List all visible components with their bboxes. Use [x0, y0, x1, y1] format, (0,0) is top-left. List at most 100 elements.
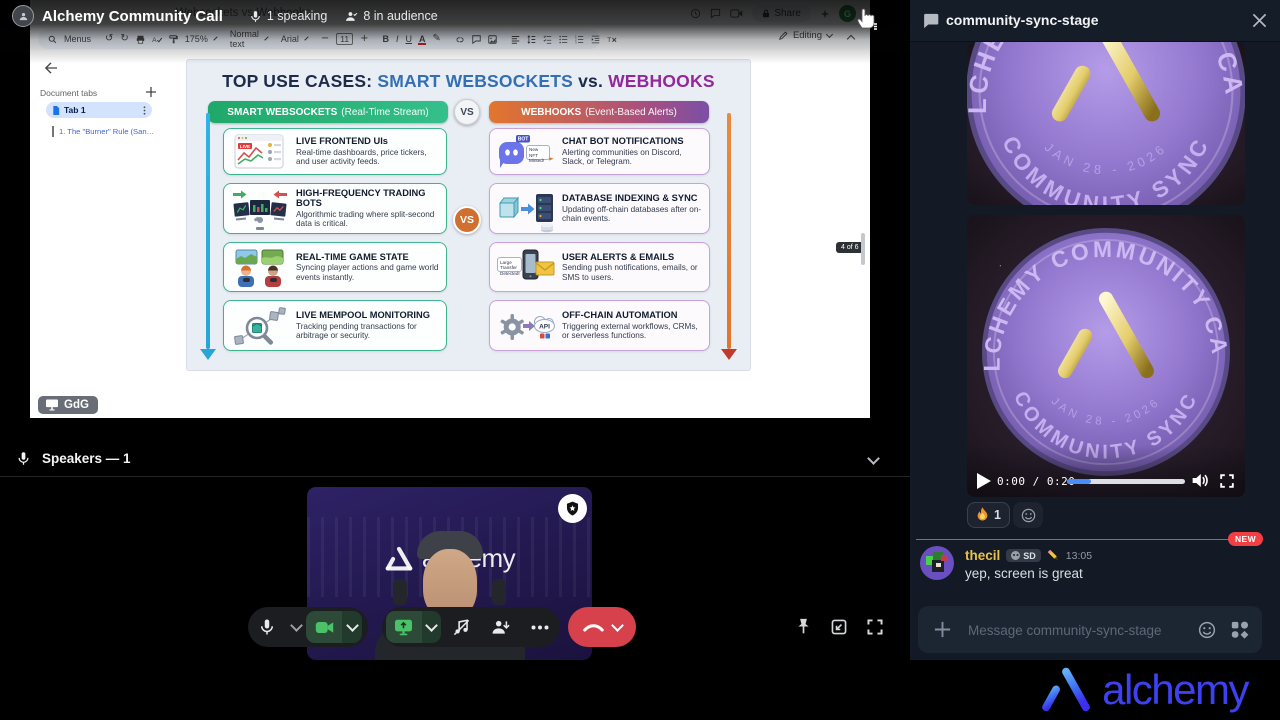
card-title: CHAT BOT NOTIFICATIONS [562, 136, 703, 146]
stage-avatar-icon [12, 5, 34, 27]
card-desc: Alerting communities on Discord, Slack, … [562, 148, 703, 167]
brand-wordmark: alchemy [1102, 666, 1248, 714]
shared-google-docs: Websockets vs Webhooks Share G Menus [30, 0, 870, 418]
soundboard-off-button[interactable] [441, 618, 481, 637]
chat-bubble-icon [922, 13, 939, 29]
hangup-icon [583, 622, 604, 632]
move-to-audience-button[interactable] [481, 618, 521, 637]
camera-options-chevron[interactable] [342, 611, 362, 643]
screenshare-button[interactable] [386, 611, 422, 643]
mic-icon [258, 618, 276, 636]
print-icon [136, 35, 145, 44]
card-title: REAL-TIME GAME STATE [296, 252, 440, 262]
paragraph-style: Normal text [230, 29, 259, 49]
control-group-share [382, 607, 560, 647]
align-icon [511, 35, 520, 44]
bot-speech-bubble: New NFT Minted! [526, 145, 550, 160]
audience-icon [345, 10, 358, 23]
fire-icon [976, 507, 989, 523]
card-mempool: LIVE MEMPOOL MONITORING Tracking pending… [223, 300, 447, 351]
pin-button[interactable] [795, 617, 812, 636]
speakers-section-header[interactable]: Speakers — 1 [0, 440, 910, 477]
play-button[interactable] [976, 472, 992, 490]
webhooks-arrow [721, 349, 737, 360]
volume-button[interactable] [1191, 472, 1209, 489]
leave-options-chevron[interactable] [611, 619, 624, 632]
new-messages-divider [916, 539, 1256, 540]
popout-button[interactable] [830, 618, 848, 636]
moderator-badge [558, 494, 587, 523]
text-color-button: A [419, 34, 426, 44]
add-reaction-button[interactable] [1013, 502, 1043, 528]
fire-reaction-pill[interactable]: 1 [967, 502, 1010, 528]
card-trading-bots: HIGH-FREQUENCY TRADING BOTS Algorithmic … [223, 183, 447, 234]
channel-name: community-sync-stage [946, 12, 1098, 28]
redo-icon: ↻ [120, 34, 128, 44]
svg-text:API: API [539, 323, 550, 330]
collapse-speakers-icon[interactable] [867, 452, 880, 465]
card-title: OFF-CHAIN AUTOMATION [562, 310, 703, 320]
attach-plus-icon[interactable] [933, 620, 952, 639]
clear-format-icon: T [607, 35, 617, 44]
image-icon [488, 35, 497, 44]
websockets-spine [206, 113, 210, 349]
pencil-icon [779, 31, 788, 40]
menus-label: Menus [64, 34, 91, 44]
message-text: yep, screen is great [965, 566, 1083, 581]
stage-title: Alchemy Community Call [42, 8, 223, 25]
card-desc: Syncing player actions and game world ev… [296, 263, 440, 282]
player-progress-fill [1067, 479, 1091, 484]
webhooks-header-pill: WEBHOOKS (Event-Based Alerts) [489, 101, 709, 123]
card-live-frontend: LIVE LIVE FRONTEND UIs Real-time dashboa… [223, 128, 447, 175]
discord-bot-icon: BOT New NFT Minted! [496, 132, 556, 172]
close-icon[interactable] [1252, 13, 1267, 28]
more-options-button[interactable] [520, 625, 560, 630]
player-fullscreen-button[interactable] [1219, 473, 1235, 489]
speaking-count: 1 speaking [249, 9, 327, 23]
svg-text:3: 3 [575, 40, 577, 43]
card-desc: Updating off-chain databases after on-ch… [562, 205, 703, 224]
monitor-icon [45, 399, 59, 411]
mempool-magnifier-icon [230, 306, 290, 346]
speakers-header-label: Speakers — 1 [42, 451, 131, 466]
apps-icon[interactable] [1231, 621, 1249, 639]
increase-font-icon: + [360, 34, 368, 44]
mic-button[interactable] [248, 618, 286, 636]
phone-envelope-icon: Large Transfer Detected! [496, 247, 556, 287]
player-progress-bar[interactable] [1067, 479, 1185, 484]
gear-api-icon: API [496, 306, 556, 346]
card-title: LIVE FRONTEND UIs [296, 136, 440, 146]
phone-alert-bubble: Large Transfer Detected! [497, 257, 522, 272]
avatar[interactable] [920, 546, 954, 580]
emoji-picker-icon[interactable] [1198, 621, 1216, 639]
alchemy-logo-icon [1039, 667, 1093, 713]
mic-icon [16, 451, 31, 466]
camera-icon [315, 620, 334, 635]
comment-icon [472, 35, 481, 44]
message-input[interactable] [966, 606, 1200, 655]
mic-options-chevron[interactable] [286, 624, 306, 630]
italic-button: I [396, 34, 399, 44]
camera-button[interactable] [306, 611, 342, 643]
webhooks-spine [727, 113, 731, 349]
message-author[interactable]: thecil [965, 548, 1000, 563]
card-title: USER ALERTS & EMAILS [562, 252, 703, 262]
headphone-left [393, 579, 407, 605]
outline-item: 1. The "Burner" Rule (San… [52, 126, 156, 137]
link-icon [455, 35, 465, 44]
font-name: Arial [281, 34, 299, 44]
fullscreen-button[interactable] [866, 618, 884, 636]
bold-button: B [382, 34, 389, 44]
leave-call-button[interactable] [568, 607, 636, 647]
infographic: TOP USE CASES: SMART WEBSOCKETS vs. WEBH… [187, 60, 750, 370]
coin-video-previous[interactable]: ALCHEMY COMMUNITY CALL COMMUNITY SYNC JA… [967, 42, 1245, 205]
screenshare-options-chevron[interactable] [422, 611, 442, 643]
mic-icon [249, 10, 262, 23]
headphone-right [492, 579, 506, 605]
coin-video-current[interactable]: ALCHEMY COMMUNITY CALL COMMUNITY SYNC JA… [967, 215, 1245, 497]
card-offchain-automation: API OFF-CHAIN AUTOMATION Triggering exte… [489, 300, 710, 351]
back-icon [44, 62, 58, 74]
chat-header: community-sync-stage [910, 0, 1280, 42]
message-header: thecil SD 13:05 [965, 548, 1092, 563]
spellcheck-icon: A [152, 35, 162, 44]
